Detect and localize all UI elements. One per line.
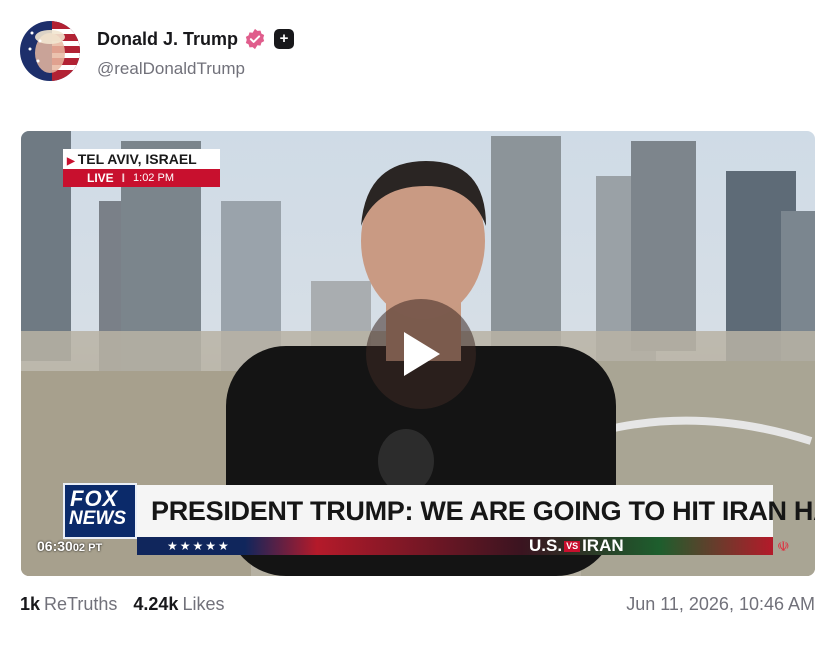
video-player[interactable]: ▶ TEL AVIV, ISRAEL LIVE I 1:02 PM FOX NEW… (21, 131, 815, 576)
play-icon (404, 332, 440, 376)
triangle-icon: ▶ (67, 156, 75, 167)
us-label: U.S. (529, 536, 563, 555)
likes-count: 4.24k (133, 594, 179, 614)
versus-label: U.S. VS IRAN (529, 537, 624, 555)
location-lower-third: ▶ TEL AVIV, ISRAEL LIVE I 1:02 PM (63, 149, 220, 187)
fox-news-logo: FOX NEWS (63, 483, 137, 539)
location-text: TEL AVIV, ISRAEL (77, 151, 197, 167)
author-handle[interactable]: @realDonaldTrump (97, 59, 245, 79)
author-name[interactable]: Donald J. Trump (97, 29, 238, 50)
chyron-ticker: ★★★★★ U.S. VS IRAN ☫ (137, 537, 790, 555)
vs-label: VS (564, 541, 581, 552)
author-row: Donald J. Trump + (97, 26, 295, 52)
retruths-label: ReTruths (44, 594, 118, 614)
verified-badge-icon (245, 28, 265, 50)
plus-square-icon: + (274, 29, 295, 49)
news-chyron: FOX NEWS PRESIDENT TRUMP: WE ARE GOING T… (37, 483, 815, 555)
chyron-headline: PRESIDENT TRUMP: WE ARE GOING TO HIT IRA… (137, 485, 815, 537)
retruths-stat[interactable]: 1k ReTruths (20, 594, 117, 615)
live-time: 1:02 PM (133, 172, 174, 184)
live-separator: I (121, 171, 126, 185)
avatar[interactable] (20, 21, 80, 81)
video-duration: 06:3002 PT (37, 538, 102, 554)
iran-emblem-icon: ☫ (777, 538, 790, 554)
logo-news-text: NEWS (69, 508, 126, 529)
post-stats: 1k ReTruths 4.24k Likes (20, 594, 232, 615)
retruths-count: 1k (20, 594, 41, 614)
post-timestamp[interactable]: Jun 11, 2026, 10:46 AM (626, 594, 815, 615)
clock-main: 06:30 (37, 538, 73, 554)
iran-label: IRAN (582, 536, 624, 555)
likes-label: Likes (182, 594, 225, 614)
play-button[interactable] (366, 299, 476, 409)
likes-stat[interactable]: 4.24k Likes (133, 594, 224, 615)
us-flag-graphic: ★★★★★ (137, 537, 317, 555)
clock-suffix: 02 PT (72, 542, 103, 554)
avatar-image (20, 21, 80, 81)
live-label: LIVE (87, 171, 114, 185)
